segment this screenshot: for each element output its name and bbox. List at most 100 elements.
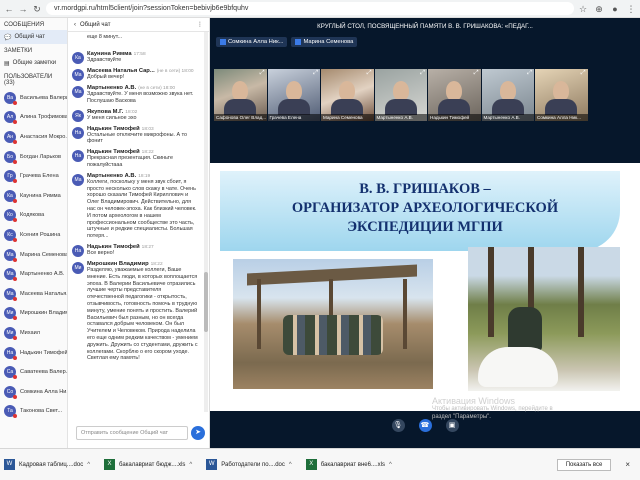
user-list-item[interactable]: ВаВасильева Валерия... [0,88,67,108]
message-text: Добрый вечер! [87,74,125,80]
user-list-item[interactable]: Ко Кодякова [0,206,67,226]
presenter-pill[interactable]: Марина Семенова [291,37,358,47]
avatar: На [72,244,84,257]
audio-phone-button[interactable]: ☎ [418,419,432,432]
avatar: Ма [4,248,17,262]
send-button[interactable]: ➤ [191,426,205,440]
user-list-item[interactable]: Ка Каунина Римма [0,186,67,206]
user-name: Мартыненко А.В. [20,271,65,278]
chevron-up-icon[interactable]: ^ [289,462,292,468]
user-list-item[interactable]: Со Сомкина Алла Ни... [0,382,67,402]
avatar: На [4,346,17,360]
fullscreen-icon[interactable]: ⤢ [474,70,479,77]
reload-icon[interactable]: ↻ [32,4,42,14]
user-list-item[interactable]: Ми Михаил [0,323,67,343]
browser-toolbar: ← → ↻ vr.mordgpi.ru/html5client/join?ses… [0,0,640,18]
extensions-icon[interactable]: ⊕ [594,4,604,14]
chat-input[interactable]: Отправить сообщение Общий чат [76,426,188,440]
message-body: Масеева Наталья Сар... (не в сети) 18:00 Д… [87,68,199,81]
user-list-item[interactable]: Ма Масеева Наталья... [0,284,67,304]
chevron-up-icon[interactable]: ^ [189,462,192,468]
menu-icon[interactable]: ⋮ [626,4,636,14]
user-list-item[interactable]: Ма Мартыненко А.В. [0,264,67,284]
excel-file-icon: X [305,459,317,470]
profile-icon[interactable]: ● [610,4,620,14]
webcam-user-name: Сафонова Олег Влад... [214,114,267,121]
webcam-tile[interactable]: ⤢ Мартыненко А.В. [481,69,534,121]
user-list-item[interactable]: Ма Марина Семенова [0,245,67,265]
chevron-up-icon[interactable]: ^ [87,462,90,468]
status-dot [13,179,17,184]
chat-scroll-thumb[interactable] [204,272,208,332]
fullscreen-icon[interactable]: ⤢ [581,70,586,77]
shared-notes-link[interactable]: ▤ Общие заметки [0,56,67,70]
status-dot [13,198,17,203]
webcam-tile[interactable]: ⤢ Марина Семенова [321,69,374,121]
chat-options-icon[interactable]: ⋮ [197,21,203,28]
download-item[interactable]: Xбакалавриат вне6....xls ^ [305,459,392,470]
user-list-item[interactable]: На Надькин Тимофей [0,343,67,363]
avatar: На [72,126,84,139]
webcam-tile[interactable]: ⤢ Сафонова Олег Влад... [214,69,267,121]
show-all-button[interactable]: Показать все [556,458,612,471]
user-list-item[interactable]: Са Саватеева Валер... [0,362,67,382]
fullscreen-icon[interactable]: ⤢ [420,70,425,77]
status-dot [13,414,17,419]
user-list-item[interactable]: Та Таконова Свет... [0,402,67,422]
webcam-strip: ⤢ Сафонова Олег Влад... ⤢ Грачева Елена ⤢ Мар… [210,69,640,121]
user-list-item[interactable]: Гр Грачева Елена [0,166,67,186]
message-body: Мартыненко А.В. (не в сети) 18:00 Здравств… [87,85,199,105]
chat-message: Ма Мартыненко А.В. 18:19 Коллеги, поскольку… [72,171,199,242]
close-downloads-icon[interactable]: × [625,460,630,469]
message-text: Коллеги, поскольку у меня звук сбоит, я … [87,178,197,240]
chevron-up-icon[interactable]: ^ [389,462,392,468]
back-icon[interactable]: ← [4,4,14,14]
user-list-item[interactable]: Ан Анастасия Мокро... [0,127,67,147]
avatar: Со [4,385,17,399]
message-body: Мирошкин Владимир 18:22 Разделяю, уважаемы… [87,261,199,362]
chat-message: Ма Мартыненко А.В. (не в сети) 18:00 Здравс… [72,83,199,107]
fullscreen-icon[interactable]: ⤢ [260,70,265,77]
status-dot [13,375,17,380]
public-chat-link[interactable]: 💬 Общий чат [0,30,67,44]
messages-header: СООБЩЕНИЯ [4,22,45,28]
download-item[interactable]: W Работодатели по....doc ^ [206,459,292,470]
user-list-panel: СООБЩЕНИЯ 💬 Общий чат ЗАМЕТКИ ▤ Общие за… [0,18,68,448]
chat-scrollbar[interactable] [204,32,208,412]
avatar: Ка [72,52,84,64]
mic-icon [295,39,302,45]
webcam-tile[interactable]: ⤢ Мартыненко А.В. [374,69,427,121]
message-text: Разделяю, уважаемые коллеги, Ваше мнение… [87,266,198,362]
conference-main: КРУГЛЫЙ СТОЛ, ПОСВЯЩЕННЫЙ ПАМЯТИ В. В. Г… [210,18,640,448]
user-list-item[interactable]: Кс Ксения Рошина [0,225,67,245]
download-item[interactable]: W Кадровая таблиц....doc ^ [4,459,90,470]
avatar: Як [72,109,84,122]
avatar: Ма [4,268,17,282]
webcam-tile[interactable]: ⤢ Грачева Елена [267,69,320,121]
chat-icon: 💬 [4,34,12,41]
user-list-item[interactable]: Бо Богдан Ларьков [0,147,67,167]
chat-message: Ми Мирошкин Владимир 18:22 Разделяю, уважае… [72,259,199,364]
download-filename: Кадровая таблиц....doc [19,461,84,468]
webcam-tile[interactable]: ⤢ Надькин Тимофей [428,69,481,121]
user-list-item[interactable]: МиМирошкин Владим... [0,304,67,324]
forward-icon[interactable]: → [18,4,28,14]
user-name: Саватеева Валер... [20,369,67,376]
chat-message: На Надькин Тимофей 18:22 Прекрасная презент… [72,147,199,171]
address-bar[interactable]: vr.mordgpi.ru/html5client/join?sessionTo… [46,2,574,15]
fullscreen-icon[interactable]: ⤢ [527,70,532,77]
message-body: Каунина Римма 17:58 Здравствуйте [87,51,199,64]
fullscreen-icon[interactable]: ⤢ [313,70,318,77]
user-list-item[interactable]: Ал Алина Трофимова [0,108,67,128]
avatar: Ал [4,111,17,125]
message-body: Якупова М.Г. 18:02 У меня сильное эхо [87,109,199,122]
hide-chat-icon[interactable]: ‹ [74,22,76,28]
star-icon[interactable]: ☆ [578,4,588,14]
fullscreen-icon[interactable]: ⤢ [367,70,372,77]
user-name: Мирошкин Владим... [20,310,67,317]
download-item[interactable]: Xбакалавриат бюдж....xls ^ [104,459,192,470]
presenter-pill[interactable]: Сомкина Алла Ник... [216,37,288,47]
download-filename: бакалавриат вне6....xls [320,461,385,468]
webcam-tile[interactable]: ⤢ Сомкина Алла Ник... [535,69,588,121]
mic-toggle-button[interactable]: 🎙 [391,419,405,432]
